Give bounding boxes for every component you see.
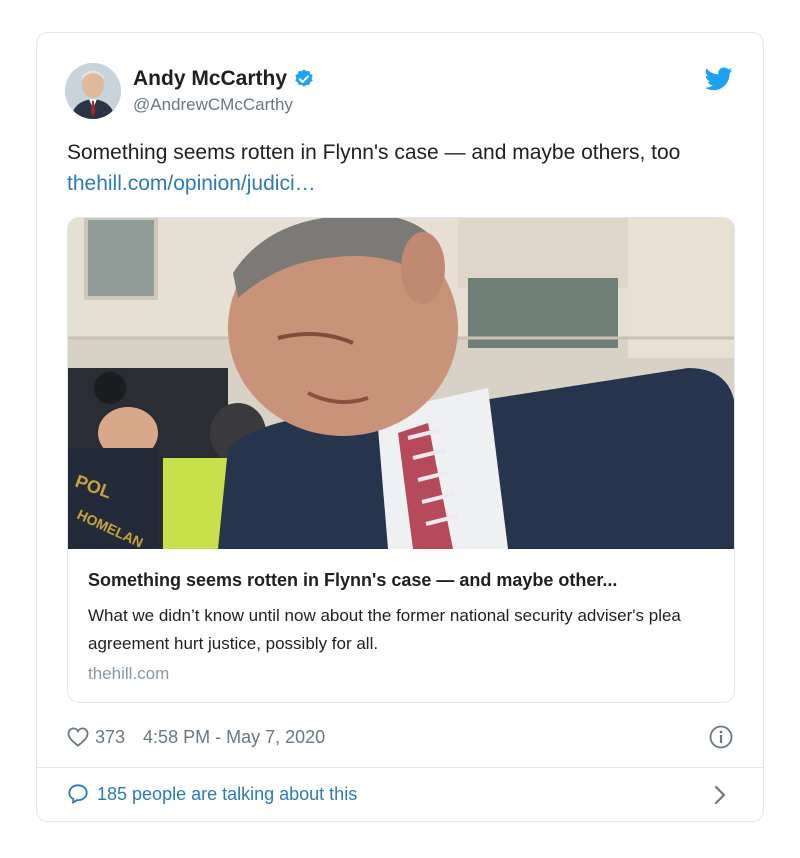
article-thumbnail: POL HOMELAN	[68, 218, 734, 549]
divider	[37, 767, 763, 768]
chevron-right-icon[interactable]	[713, 785, 727, 805]
avatar-image	[65, 63, 121, 119]
link-card-domain: thehill.com	[88, 664, 170, 683]
tweet-link[interactable]: thehill.com/opinion/judici…	[67, 172, 316, 195]
heart-icon[interactable]	[67, 727, 89, 747]
conversation-link[interactable]: 185 people are talking about this	[67, 783, 357, 805]
author-handle[interactable]: @AndrewCMcCarthy	[133, 95, 293, 115]
link-card-title: Something seems rotten in Flynn's case —…	[88, 570, 618, 590]
tweet-text: Something seems rotten in Flynn's case —…	[67, 137, 737, 199]
avatar[interactable]	[65, 63, 121, 119]
speech-bubble-icon	[68, 784, 88, 804]
author-name[interactable]: Andy McCarthy	[133, 67, 315, 91]
info-icon[interactable]	[709, 725, 733, 749]
link-card-description: What we didn’t know until now about the …	[88, 606, 681, 653]
link-preview-card[interactable]: POL HOMELAN Something seems rotten in Fl…	[67, 217, 735, 703]
tweet-meta: 373 4:58 PM - May 7, 2020	[67, 725, 325, 749]
author-name-text: Andy McCarthy	[133, 67, 288, 90]
talking-count-text: 185 people are talking about this	[97, 783, 358, 804]
tweet-body: Something seems rotten in Flynn's case —…	[67, 141, 681, 164]
tweet-timestamp[interactable]: 4:58 PM - May 7, 2020	[143, 727, 325, 748]
verified-badge-icon	[295, 69, 313, 87]
twitter-bird-icon[interactable]	[705, 67, 733, 91]
embedded-tweet-card: Andy McCarthy @AndrewCMcCarthy Something…	[36, 32, 764, 822]
like-count[interactable]: 373	[95, 727, 125, 748]
